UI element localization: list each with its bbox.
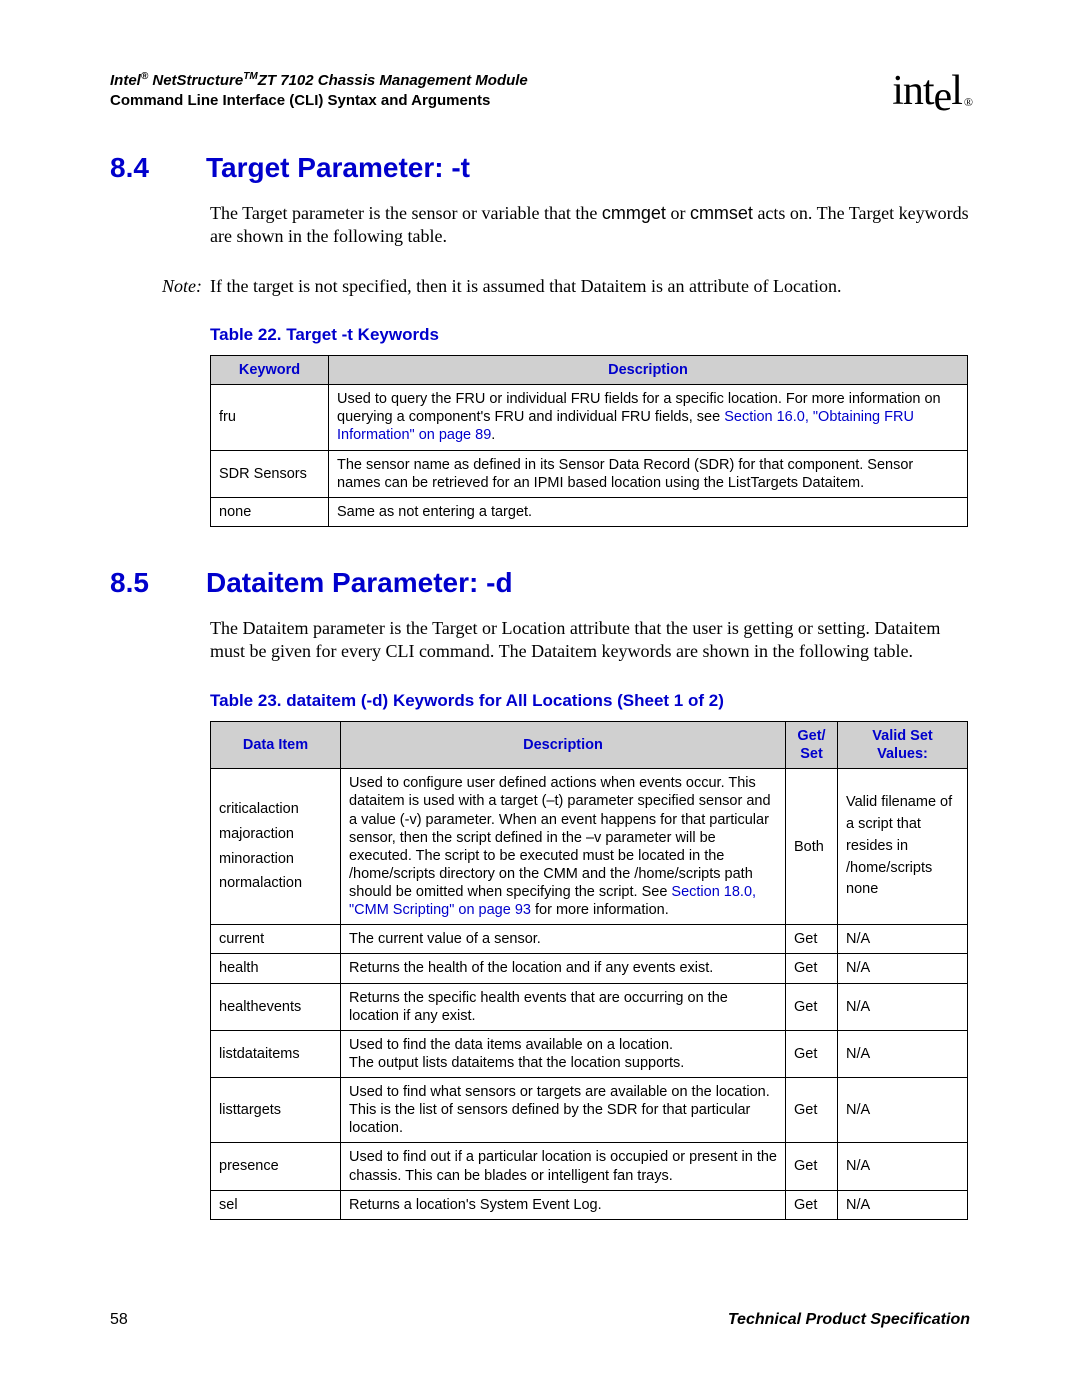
t23-r1-vals: N/A (838, 925, 968, 954)
section-title: Dataitem Parameter: -d (206, 567, 513, 598)
page-header: Intel ® NetStructureTMZT 7102 Chassis Man… (110, 70, 970, 112)
t23-r3-desc: Returns the specific health events that … (341, 983, 786, 1030)
t23-r0-desc: Used to configure user defined actions w… (341, 769, 786, 925)
t22-r2-d: Same as not entering a target. (329, 497, 968, 526)
t23-r6-desc: Used to find out if a particular locatio… (341, 1143, 786, 1190)
intel-logo: intel® (892, 70, 970, 112)
table22-caption: Table 22. Target -t Keywords (210, 325, 970, 345)
table-row: presence Used to find out if a particula… (211, 1143, 968, 1190)
t23-r4-vals: N/A (838, 1030, 968, 1077)
t23-r0-post: for more information. (531, 902, 669, 918)
t22-r1-k: SDR Sensors (211, 450, 329, 497)
t23-r0-pre: Used to configure user defined actions w… (349, 775, 771, 900)
t23-r2-desc: Returns the health of the location and i… (341, 954, 786, 983)
t23-h3: Get/ Set (786, 722, 838, 769)
section-title: Target Parameter: -t (206, 152, 470, 183)
t23-r3-di: healthevents (211, 983, 341, 1030)
table-row: criticalaction majoraction minoraction n… (211, 769, 968, 925)
t23-r3-vals: N/A (838, 983, 968, 1030)
tm-mark: TM (243, 71, 257, 82)
t22-r0-d: Used to query the FRU or individual FRU … (329, 385, 968, 450)
t22-r0-k: fru (211, 385, 329, 450)
t23-r7-vals: N/A (838, 1190, 968, 1219)
t23-r2-gs: Get (786, 954, 838, 983)
t23-r0-vals: Valid filename of a script that resides … (838, 769, 968, 925)
logo-reg: ® (964, 95, 972, 109)
t22-h1: Keyword (211, 356, 329, 385)
note-row: Note: If the target is not specified, th… (110, 276, 970, 297)
t23-r1-desc: The current value of a sensor. (341, 925, 786, 954)
table-row: health Returns the health of the locatio… (211, 954, 968, 983)
s85-paragraph: The Dataitem parameter is the Target or … (210, 617, 970, 663)
t23-r4-gs: Get (786, 1030, 838, 1077)
s84-mid: or (666, 203, 690, 223)
s84-pre: The Target parameter is the sensor or va… (210, 203, 602, 223)
t22-h2: Description (329, 356, 968, 385)
section-8-5-heading: 8.5Dataitem Parameter: -d (110, 567, 970, 599)
table-row: SDR Sensors The sensor name as defined i… (211, 450, 968, 497)
t23-r2-vals: N/A (838, 954, 968, 983)
section-8-4-heading: 8.4Target Parameter: -t (110, 152, 970, 184)
note-text: If the target is not specified, then it … (210, 276, 970, 297)
t23-r2-di: health (211, 954, 341, 983)
hdr-brand: Intel (110, 72, 141, 89)
section-num: 8.5 (110, 567, 206, 599)
table23-caption: Table 23. dataitem (-d) Keywords for All… (210, 691, 970, 711)
hdr-subtitle: Command Line Interface (CLI) Syntax and … (110, 91, 528, 111)
t23-r7-di: sel (211, 1190, 341, 1219)
t23-r6-di: presence (211, 1143, 341, 1190)
t23-r6-vals: N/A (838, 1143, 968, 1190)
table-row: fru Used to query the FRU or individual … (211, 385, 968, 450)
t23-r1-gs: Get (786, 925, 838, 954)
cmd-cmmget: cmmget (602, 203, 666, 223)
t23-r5-desc: Used to find what sensors or targets are… (341, 1078, 786, 1143)
logo-text: intel (892, 68, 962, 120)
page-number: 58 (110, 1311, 128, 1329)
header-text: Intel® NetStructureTMZT 7102 Chassis Man… (110, 70, 528, 112)
note-label: Note: (110, 276, 210, 297)
page-footer: 58 Technical Product Specification (110, 1311, 970, 1329)
section-num: 8.4 (110, 152, 206, 184)
t22-r1-d: The sensor name as defined in its Sensor… (329, 450, 968, 497)
cmd-cmmset: cmmset (690, 203, 753, 223)
table-row: sel Returns a location's System Event Lo… (211, 1190, 968, 1219)
t23-r5-vals: N/A (838, 1078, 968, 1143)
t23-r4-di: listdataitems (211, 1030, 341, 1077)
table-row: listdataitems Used to find the data item… (211, 1030, 968, 1077)
t23-r0-gs: Both (786, 769, 838, 925)
table-22: Keyword Description fru Used to query th… (210, 355, 968, 527)
table-row: none Same as not entering a target. (211, 497, 968, 526)
t23-r6-gs: Get (786, 1143, 838, 1190)
table-row: healthevents Returns the specific health… (211, 983, 968, 1030)
t23-r1-di: current (211, 925, 341, 954)
t23-r3-gs: Get (786, 983, 838, 1030)
t23-h1: Data Item (211, 722, 341, 769)
s84-paragraph: The Target parameter is the sensor or va… (210, 202, 970, 248)
t23-r5-di: listtargets (211, 1078, 341, 1143)
hdr-netstructure: NetStructure (148, 72, 243, 89)
t23-r7-desc: Returns a location's System Event Log. (341, 1190, 786, 1219)
table-23: Data Item Description Get/ Set Valid Set… (210, 721, 968, 1220)
t23-h2: Description (341, 722, 786, 769)
table-row: listtargets Used to find what sensors or… (211, 1078, 968, 1143)
hdr-model: ZT 7102 Chassis Management Module (258, 72, 528, 89)
t23-h4: Valid Set Values: (838, 722, 968, 769)
table-row: current The current value of a sensor. G… (211, 925, 968, 954)
t22-r2-k: none (211, 497, 329, 526)
t23-r7-gs: Get (786, 1190, 838, 1219)
t23-r4-desc: Used to find the data items available on… (341, 1030, 786, 1077)
t23-r5-gs: Get (786, 1078, 838, 1143)
t23-r0-di: criticalaction majoraction minoraction n… (211, 769, 341, 925)
t22-r0-d-post: . (491, 427, 495, 443)
footer-title: Technical Product Specification (728, 1311, 970, 1329)
